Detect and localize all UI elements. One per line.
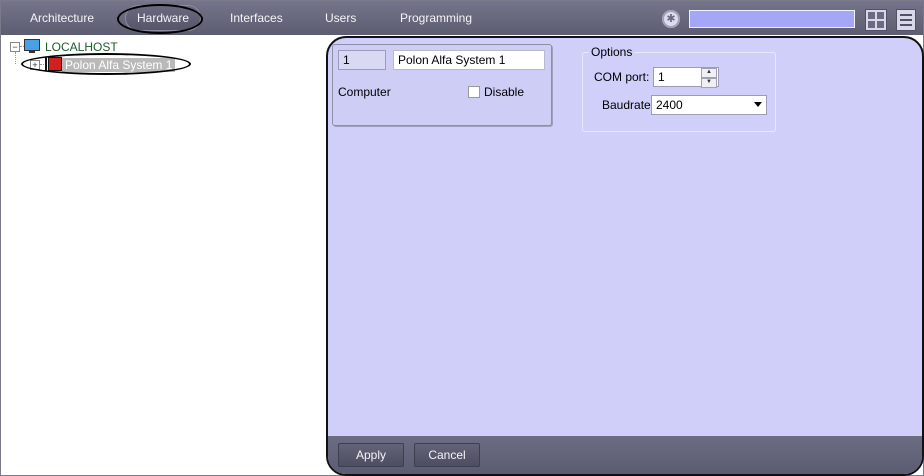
tree-node-polon-alfa-system[interactable]: Polon Alfa System 1 — [62, 58, 176, 72]
object-tree: − LOCALHOST + Polon Alfa System 1 — [2, 36, 324, 474]
options-group: Options COM port: 1 ▲ ▼ Baudrate: 2400 — [582, 45, 776, 132]
device-name-field[interactable] — [393, 50, 545, 70]
baudrate-select[interactable]: 2400 — [651, 95, 767, 115]
disable-checkbox[interactable] — [468, 86, 480, 98]
search-input[interactable] — [689, 10, 855, 28]
device-card: 1 Computer Disable — [332, 44, 552, 126]
spin-up-icon[interactable]: ▲ — [701, 68, 717, 78]
hamburger-menu-icon[interactable] — [896, 9, 916, 31]
com-port-label: COM port: — [594, 70, 650, 84]
panel-footer: Apply Cancel — [328, 436, 922, 474]
options-legend: Options — [589, 45, 635, 59]
computer-label: Computer — [338, 85, 391, 99]
apply-button[interactable]: Apply — [338, 443, 404, 467]
settings-gear-icon[interactable]: ✱ — [662, 10, 680, 28]
settings-panel: 1 Computer Disable Options COM port: 1 ▲… — [326, 36, 924, 476]
expand-polon-alfa-icon[interactable]: + — [30, 60, 40, 70]
tab-hardware[interactable]: Hardware — [125, 5, 202, 31]
top-navigation-bar: Architecture Hardware Interfaces Users P… — [1, 1, 923, 35]
baudrate-value: 2400 — [656, 98, 683, 112]
disable-label[interactable]: Disable — [484, 85, 524, 99]
tree-node-localhost[interactable]: LOCALHOST — [45, 40, 118, 54]
com-port-spinner[interactable]: ▲ ▼ — [701, 68, 717, 88]
tab-interfaces[interactable]: Interfaces — [230, 1, 283, 35]
chevron-down-icon[interactable] — [754, 102, 762, 107]
tab-architecture[interactable]: Architecture — [30, 1, 94, 35]
spin-down-icon[interactable]: ▼ — [701, 78, 717, 88]
cancel-button[interactable]: Cancel — [414, 443, 480, 467]
layout-grid-icon[interactable] — [865, 9, 887, 31]
tab-users[interactable]: Users — [325, 1, 356, 35]
computer-icon — [24, 39, 40, 53]
device-panel-icon — [45, 57, 62, 71]
collapse-localhost-icon[interactable]: − — [10, 42, 20, 52]
baudrate-label: Baudrate: — [602, 98, 655, 112]
device-id-field[interactable]: 1 — [338, 50, 386, 70]
tab-programming[interactable]: Programming — [400, 1, 472, 35]
